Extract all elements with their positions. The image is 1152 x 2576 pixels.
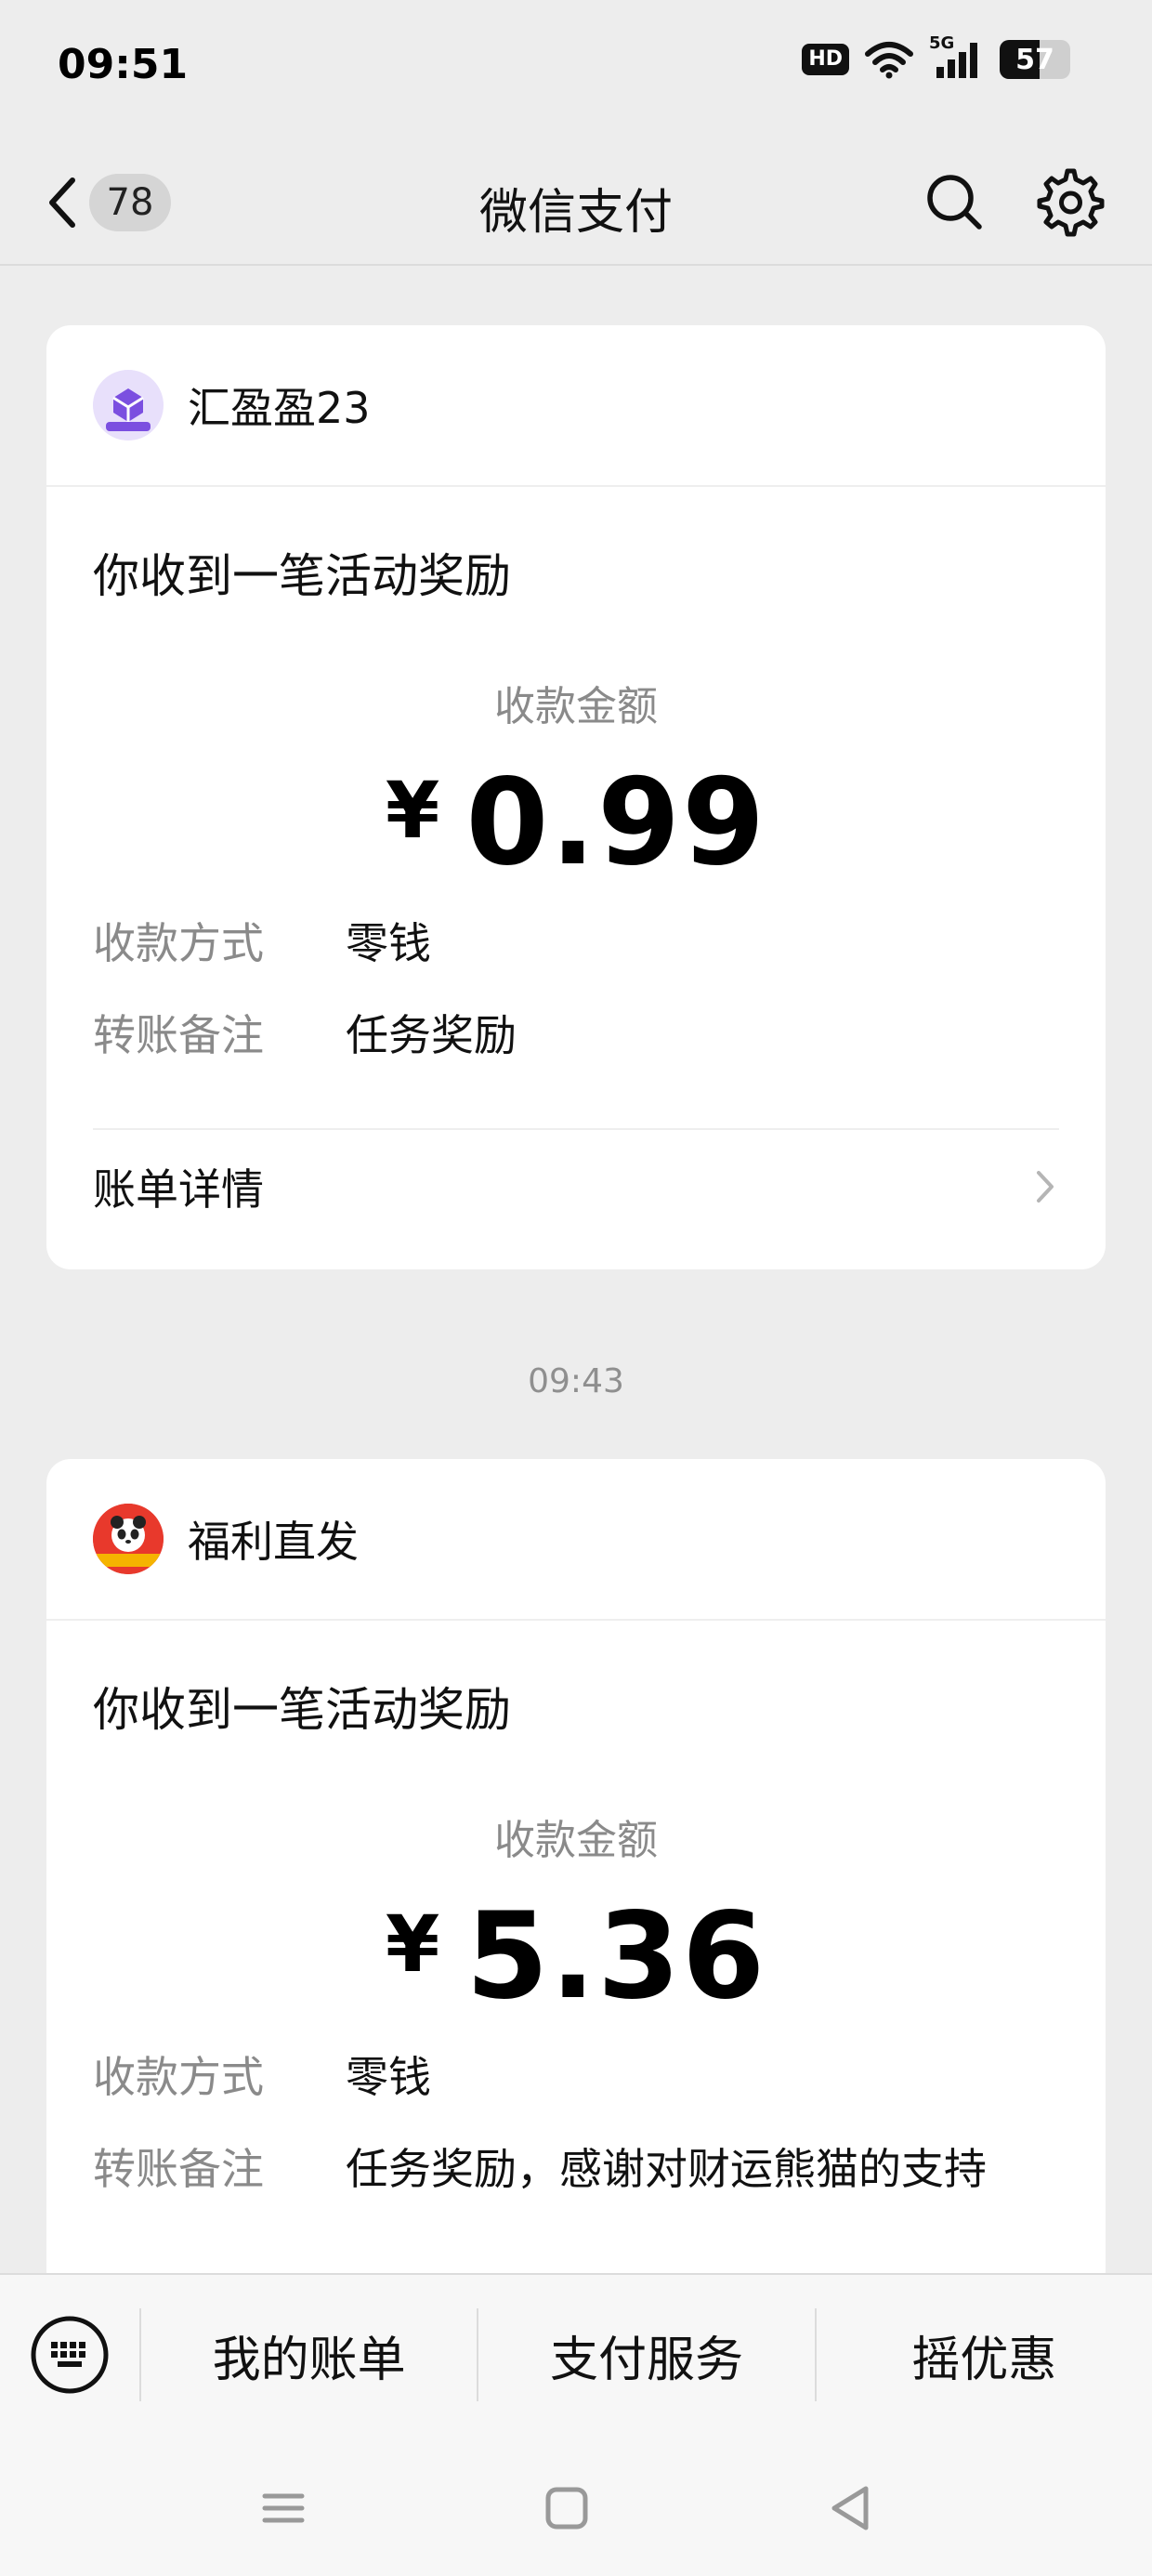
hd-badge: HD — [802, 44, 849, 75]
sender-name: 福利直发 — [188, 1517, 359, 1567]
card-body: 你收到一笔活动奖励 收款金额 ¥5.36 收款方式 零钱 转账备注 任务奖励，感… — [46, 1673, 1106, 2195]
currency-symbol: ¥ — [385, 1899, 442, 1990]
detail-row-transfer-note: 转账备注 任务奖励 — [93, 1010, 1059, 1061]
payment-message-card[interactable]: 汇盈盈23 你收到一笔活动奖励 收款金额 ¥0.99 收款方式 零钱 转账备注 … — [46, 325, 1106, 1269]
menu-payment-services[interactable]: 支付服务 — [477, 2308, 814, 2401]
gear-icon[interactable] — [1035, 167, 1106, 238]
amount-label: 收款金额 — [494, 683, 658, 730]
message-title: 你收到一笔活动奖励 — [93, 549, 511, 603]
detail-value: 任务奖励 — [346, 1010, 517, 1061]
detail-value: 任务奖励，感谢对财运熊猫的支持 — [346, 2144, 987, 2195]
card-header: 福利直发 — [46, 1459, 1106, 1621]
payment-message-card[interactable]: 福利直发 你收到一笔活动奖励 收款金额 ¥5.36 收款方式 零钱 转账备注 任… — [46, 1459, 1106, 2295]
detail-value: 零钱 — [346, 2052, 431, 2102]
amount-value: 0.99 — [465, 754, 767, 892]
detail-label: 转账备注 — [93, 2144, 264, 2195]
cellular-signal-icon: 5G — [929, 33, 985, 80]
home-icon[interactable] — [534, 2476, 599, 2541]
back-triangle-icon[interactable] — [818, 2476, 883, 2541]
card-header: 汇盈盈23 — [46, 325, 1106, 487]
detail-row-transfer-note: 转账备注 任务奖励，感谢对财运熊猫的支持 — [93, 2144, 1059, 2195]
time-separator: 09:43 — [528, 1362, 624, 1400]
sender-avatar[interactable] — [93, 370, 164, 440]
detail-row-payment-method: 收款方式 零钱 — [93, 918, 1059, 969]
status-icons: HD 5G 57 — [802, 33, 1070, 80]
sender-avatar[interactable] — [93, 1504, 164, 1574]
recent-apps-icon[interactable] — [251, 2476, 316, 2541]
keyboard-icon — [31, 2316, 109, 2394]
detail-value: 零钱 — [346, 918, 431, 968]
amount-display: ¥0.99 — [93, 764, 1059, 883]
wifi-icon — [865, 42, 913, 79]
chat-header: 78 微信支付 — [0, 139, 1152, 266]
amount-label: 收款金额 — [494, 1817, 658, 1864]
status-bar: 09:51 HD 5G 57 — [0, 0, 1152, 139]
bill-details-label: 账单详情 — [93, 1164, 264, 1216]
message-title: 你收到一笔活动奖励 — [93, 1683, 511, 1737]
detail-label: 转账备注 — [93, 1010, 264, 1061]
card-body: 你收到一笔活动奖励 收款金额 ¥0.99 收款方式 零钱 转账备注 任务奖励 账… — [46, 539, 1106, 1243]
chevron-right-icon — [1037, 1171, 1054, 1203]
detail-label: 收款方式 — [93, 918, 264, 968]
sender-name: 汇盈盈23 — [188, 383, 371, 433]
status-time: 09:51 — [58, 41, 189, 88]
currency-symbol: ¥ — [385, 765, 442, 856]
menu-shake-offers[interactable]: 摇优惠 — [814, 2308, 1152, 2401]
keyboard-toggle-button[interactable] — [0, 2275, 139, 2435]
battery-icon: 57 — [1000, 40, 1070, 79]
bill-details-link[interactable]: 账单详情 — [93, 1128, 1059, 1243]
bottom-menu: 我的账单 支付服务 摇优惠 — [0, 2273, 1152, 2435]
detail-row-payment-method: 收款方式 零钱 — [93, 2052, 1059, 2103]
battery-level: 57 — [1015, 43, 1054, 76]
amount-display: ¥5.36 — [93, 1898, 1059, 2017]
search-icon[interactable] — [920, 167, 990, 238]
detail-label: 收款方式 — [93, 2052, 264, 2102]
menu-my-bills[interactable]: 我的账单 — [139, 2308, 477, 2401]
amount-value: 5.36 — [465, 1887, 767, 2026]
system-navigation-bar — [0, 2435, 1152, 2576]
